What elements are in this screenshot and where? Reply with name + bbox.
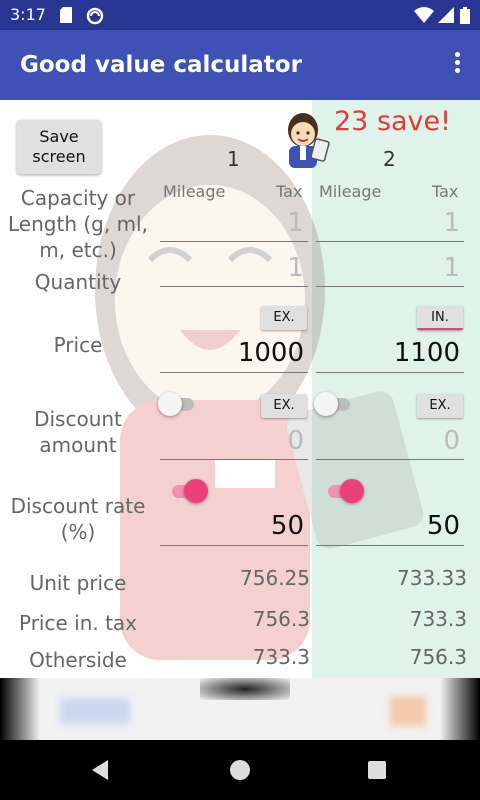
column-2-discount-rate-input[interactable]: 50 — [316, 511, 464, 546]
column-1-discount-rate-switch[interactable] — [170, 478, 210, 504]
column-2-discount-rate-switch[interactable] — [326, 478, 366, 504]
sd-card-icon — [60, 7, 72, 23]
column-1-discount-amount-input[interactable]: 0 — [160, 426, 308, 460]
column-1-price-in-tax: 756.3 — [252, 607, 310, 631]
save-result-text: 23 save! — [334, 106, 451, 137]
quantity-label: Quantity — [34, 270, 122, 294]
unit-price-label: Unit price — [29, 571, 127, 595]
back-icon[interactable] — [92, 760, 108, 780]
signal-icon — [438, 7, 454, 23]
discount-rate-label: Discount rate (%) — [10, 494, 146, 544]
otherside-label: Otherside — [29, 648, 127, 672]
app-title: Good value calculator — [20, 52, 302, 78]
price-label: Price — [53, 333, 103, 357]
column-1-price-input[interactable]: 1000 — [160, 338, 308, 373]
more-vert-icon[interactable] — [452, 52, 462, 78]
column-2-capacity-input[interactable]: 1 — [316, 208, 464, 242]
column-2-price-tax-toggle[interactable]: IN. — [417, 306, 463, 330]
column-2-quantity-input[interactable]: 1 — [316, 253, 464, 287]
battery-icon — [460, 7, 470, 24]
column-1-otherside: 733.3 — [252, 645, 310, 669]
column-2-price-in-tax: 733.3 — [409, 607, 467, 631]
column-2-discount-amount-input[interactable]: 0 — [316, 426, 464, 460]
save-screen-button[interactable]: Save screen — [17, 120, 101, 174]
column-1-unit-price: 756.25 — [240, 566, 310, 590]
status-time: 3:17 — [10, 5, 46, 24]
column-2-unit-price: 733.33 — [397, 566, 467, 590]
column-1-discount-tax-toggle[interactable]: EX. — [261, 394, 307, 418]
home-icon[interactable] — [230, 760, 250, 780]
column-2-number: 2 — [383, 147, 396, 171]
status-bar: 3:17 — [0, 0, 480, 30]
column-2-discount-amount-switch[interactable] — [314, 391, 354, 417]
column-1-capacity-input[interactable]: 1 — [160, 208, 308, 242]
column-2-tax-label: Tax — [432, 182, 459, 201]
column-1-discount-amount-switch[interactable] — [158, 391, 198, 417]
price-in-tax-label: Price in. tax — [18, 611, 138, 635]
column-2-otherside: 756.3 — [409, 645, 467, 669]
wifi-icon — [414, 7, 434, 23]
column-1-quantity-input[interactable]: 1 — [160, 253, 308, 287]
column-2-discount-tax-toggle[interactable]: EX. — [417, 394, 463, 418]
capacity-label: Capacity or Length (g, ml, m, etc.) — [8, 186, 148, 262]
column-2-mileage-label: Mileage — [319, 182, 382, 201]
ad-banner[interactable] — [0, 678, 480, 740]
column-1-price-tax-toggle[interactable]: EX. — [261, 306, 307, 330]
column-1-discount-rate-input[interactable]: 50 — [160, 511, 308, 546]
discount-amount-label: Discount amount — [34, 407, 122, 457]
calculator-content: Save screen 23 save! 1 2 Mileage Tax Mil… — [0, 100, 480, 678]
notification-icon — [86, 7, 104, 25]
column-1-number: 1 — [227, 147, 240, 171]
column-1-mileage-label: Mileage — [163, 182, 226, 201]
navigation-bar — [0, 740, 480, 800]
column-2-price-input[interactable]: 1100 — [316, 338, 464, 373]
recent-apps-icon[interactable] — [368, 761, 386, 779]
column-1-tax-label: Tax — [276, 182, 303, 201]
clerk-mascot-icon — [288, 113, 330, 168]
app-bar: Good value calculator — [0, 30, 480, 100]
